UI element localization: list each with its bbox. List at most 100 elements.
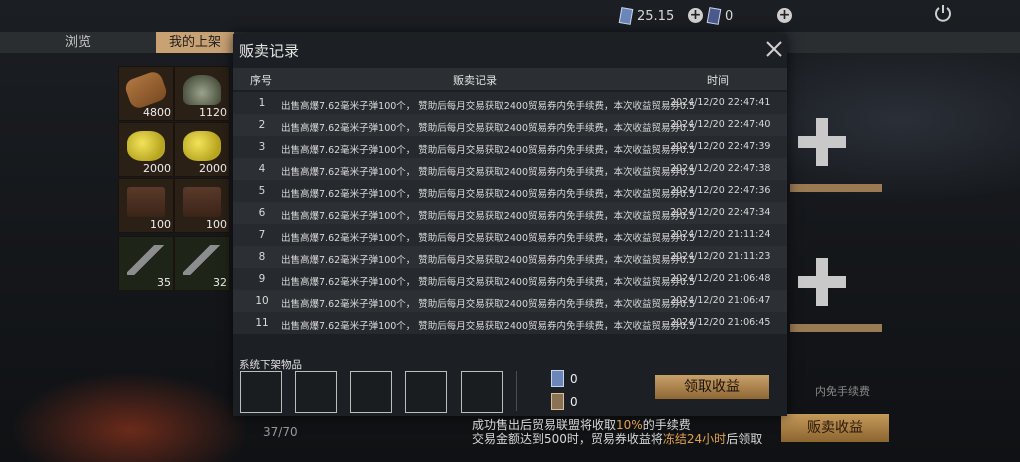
removed-item-slot[interactable] bbox=[240, 371, 282, 413]
table-row: 6 出售高爆7.62毫米子弹100个， 赞助后每月交易获取2400贸易券内免手续… bbox=[233, 202, 787, 224]
slot-bar bbox=[790, 184, 882, 192]
tank-icon bbox=[183, 75, 221, 105]
add-listing-slot-icon[interactable] bbox=[798, 258, 846, 306]
tab-my-listings[interactable]: 我的上架 bbox=[156, 32, 234, 53]
row-description: 出售高爆7.62毫米子弹100个， 赞助后每月交易获取2400贸易券内免手续费，… bbox=[281, 145, 696, 156]
card-icon bbox=[551, 393, 564, 410]
row-number: 6 bbox=[258, 207, 266, 219]
row-number: 8 bbox=[258, 251, 266, 263]
card-amount: 0 bbox=[570, 394, 578, 409]
currency-1: 25.15 bbox=[618, 7, 675, 25]
ammo-box-icon bbox=[183, 187, 221, 217]
divider bbox=[516, 371, 517, 411]
row-time: 2024/12/20 22:47:40 bbox=[670, 119, 771, 130]
removed-item-slot[interactable] bbox=[461, 371, 503, 413]
sales-record-dialog: 贩卖记录 序号 贩卖记录 时间 1 出售高爆7.62毫米子弹100个， 赞助后每… bbox=[233, 34, 787, 416]
table-row: 3 出售高爆7.62毫米子弹100个， 赞助后每月交易获取2400贸易券内免手续… bbox=[233, 136, 787, 158]
item-count: 2000 bbox=[143, 162, 171, 175]
add-currency-1-button[interactable]: + bbox=[688, 8, 703, 23]
close-icon[interactable] bbox=[765, 40, 783, 58]
item-count: 1120 bbox=[199, 106, 227, 119]
table-row: 7 出售高爆7.62毫米子弹100个， 赞助后每月交易获取2400贸易券内免手续… bbox=[233, 224, 787, 246]
row-description: 出售高爆7.62毫米子弹100个， 赞助后每月交易获取2400贸易券内免手续费，… bbox=[281, 101, 696, 112]
power-icon[interactable] bbox=[934, 4, 952, 22]
removed-item-slot[interactable] bbox=[350, 371, 392, 413]
item-count: 4800 bbox=[143, 106, 171, 119]
table-row: 5 出售高爆7.62毫米子弹100个， 赞助后每月交易获取2400贸易券内免手续… bbox=[233, 180, 787, 202]
row-time: 2024/12/20 21:11:23 bbox=[670, 251, 771, 262]
removed-item-slot[interactable] bbox=[405, 371, 447, 413]
card-earnings: 0 bbox=[551, 393, 578, 410]
inventory-slot[interactable]: 4800 bbox=[118, 66, 174, 121]
row-description: 出售高爆7.62毫米子弹100个， 赞助后每月交易获取2400贸易券内免手续费，… bbox=[281, 321, 696, 332]
trade-ticket-icon bbox=[551, 370, 564, 387]
inventory-slot[interactable]: 1120 bbox=[174, 66, 230, 121]
row-description: 出售高爆7.62毫米子弹100个， 赞助后每月交易获取2400贸易券内免手续费，… bbox=[281, 233, 696, 244]
table-row: 1 出售高爆7.62毫米子弹100个， 赞助后每月交易获取2400贸易券内免手续… bbox=[233, 92, 787, 114]
table-row: 10 出售高爆7.62毫米子弹100个， 赞助后每月交易获取2400贸易券内免手… bbox=[233, 290, 787, 312]
fee-notice-line-2: 交易金额达到500时，贸易券收益将冻结24小时后领取 bbox=[472, 430, 762, 447]
notice-highlight: 冻结24小时 bbox=[662, 432, 727, 446]
row-number: 9 bbox=[258, 273, 266, 285]
removed-item-slot[interactable] bbox=[295, 371, 337, 413]
row-number: 2 bbox=[258, 119, 266, 131]
add-currency-2-button[interactable]: + bbox=[777, 8, 792, 23]
row-time: 2024/12/20 21:06:45 bbox=[670, 317, 771, 328]
row-time: 2024/12/20 21:06:47 bbox=[670, 295, 771, 306]
table-row: 2 出售高爆7.62毫米子弹100个， 赞助后每月交易获取2400贸易券内免手续… bbox=[233, 114, 787, 136]
ticket-earnings: 0 bbox=[551, 370, 578, 387]
dialog-title: 贩卖记录 bbox=[239, 42, 300, 60]
row-description: 出售高爆7.62毫米子弹100个， 赞助后每月交易获取2400贸易券内免手续费，… bbox=[281, 189, 696, 200]
claim-earnings-button[interactable]: 领取收益 bbox=[655, 375, 769, 399]
row-number: 10 bbox=[255, 295, 269, 307]
inventory-capacity: 37/70 bbox=[263, 425, 298, 439]
table-header: 序号 贩卖记录 时间 bbox=[233, 68, 787, 90]
row-time: 2024/12/20 22:47:36 bbox=[670, 185, 771, 196]
inventory-slot[interactable]: 32 bbox=[174, 236, 230, 291]
row-number: 4 bbox=[258, 163, 266, 175]
currency-2-value: 0 bbox=[725, 8, 734, 24]
inventory-slot[interactable]: 2000 bbox=[118, 122, 174, 177]
gold-ore-icon bbox=[127, 131, 165, 161]
row-description: 出售高爆7.62毫米子弹100个， 赞助后每月交易获取2400贸易券内免手续费，… bbox=[281, 255, 696, 266]
record-list[interactable]: 1 出售高爆7.62毫米子弹100个， 赞助后每月交易获取2400贸易券内免手续… bbox=[233, 92, 787, 347]
notice-text: 后领取 bbox=[726, 432, 763, 446]
inventory-slot[interactable]: 100 bbox=[118, 178, 174, 233]
card-icon bbox=[706, 7, 722, 25]
top-bar: 25.15 + 0 + bbox=[0, 0, 1020, 32]
row-number: 11 bbox=[255, 317, 269, 329]
column-header-time: 时间 bbox=[707, 74, 729, 87]
ticket-amount: 0 bbox=[570, 371, 578, 386]
item-count: 35 bbox=[157, 276, 171, 289]
add-listing-slot-icon[interactable] bbox=[798, 118, 846, 166]
row-description: 出售高爆7.62毫米子弹100个， 赞助后每月交易获取2400贸易券内免手续费，… bbox=[281, 299, 696, 310]
currency-2: 0 bbox=[706, 7, 734, 25]
system-removed-title: 系统下架物品 bbox=[239, 359, 302, 371]
inventory-slot[interactable]: 35 bbox=[118, 236, 174, 291]
row-description: 出售高爆7.62毫米子弹100个， 赞助后每月交易获取2400贸易券内免手续费，… bbox=[281, 277, 696, 288]
tab-browse[interactable]: 浏览 bbox=[0, 32, 156, 53]
row-time: 2024/12/20 21:06:48 bbox=[670, 273, 771, 284]
row-description: 出售高爆7.62毫米子弹100个， 赞助后每月交易获取2400贸易券内免手续费，… bbox=[281, 167, 696, 178]
row-time: 2024/12/20 22:47:39 bbox=[670, 141, 771, 152]
sell-earnings-button[interactable]: 贩卖收益 bbox=[781, 414, 889, 442]
currency-1-value: 25.15 bbox=[637, 8, 675, 24]
item-count: 32 bbox=[213, 276, 227, 289]
inventory-slot[interactable]: 2000 bbox=[174, 122, 230, 177]
row-number: 3 bbox=[258, 141, 266, 153]
item-count: 100 bbox=[206, 218, 227, 231]
row-time: 2024/12/20 22:47:34 bbox=[670, 207, 771, 218]
slot-bar bbox=[790, 324, 882, 332]
ammo-box-icon bbox=[127, 187, 165, 217]
row-description: 出售高爆7.62毫米子弹100个， 赞助后每月交易获取2400贸易券内免手续费，… bbox=[281, 211, 696, 222]
row-number: 5 bbox=[258, 185, 266, 197]
column-header-no: 序号 bbox=[250, 74, 272, 87]
inventory-slot[interactable]: 100 bbox=[174, 178, 230, 233]
row-time: 2024/12/20 22:47:41 bbox=[670, 97, 771, 108]
row-time: 2024/12/20 22:47:38 bbox=[670, 163, 771, 174]
logs-icon bbox=[123, 69, 169, 111]
fee-note: 内免手续费 bbox=[815, 385, 870, 398]
trade-ticket-icon bbox=[618, 7, 634, 25]
row-number: 1 bbox=[258, 97, 266, 109]
notice-text: 交易金额达到500时，贸易券收益将 bbox=[472, 432, 663, 446]
